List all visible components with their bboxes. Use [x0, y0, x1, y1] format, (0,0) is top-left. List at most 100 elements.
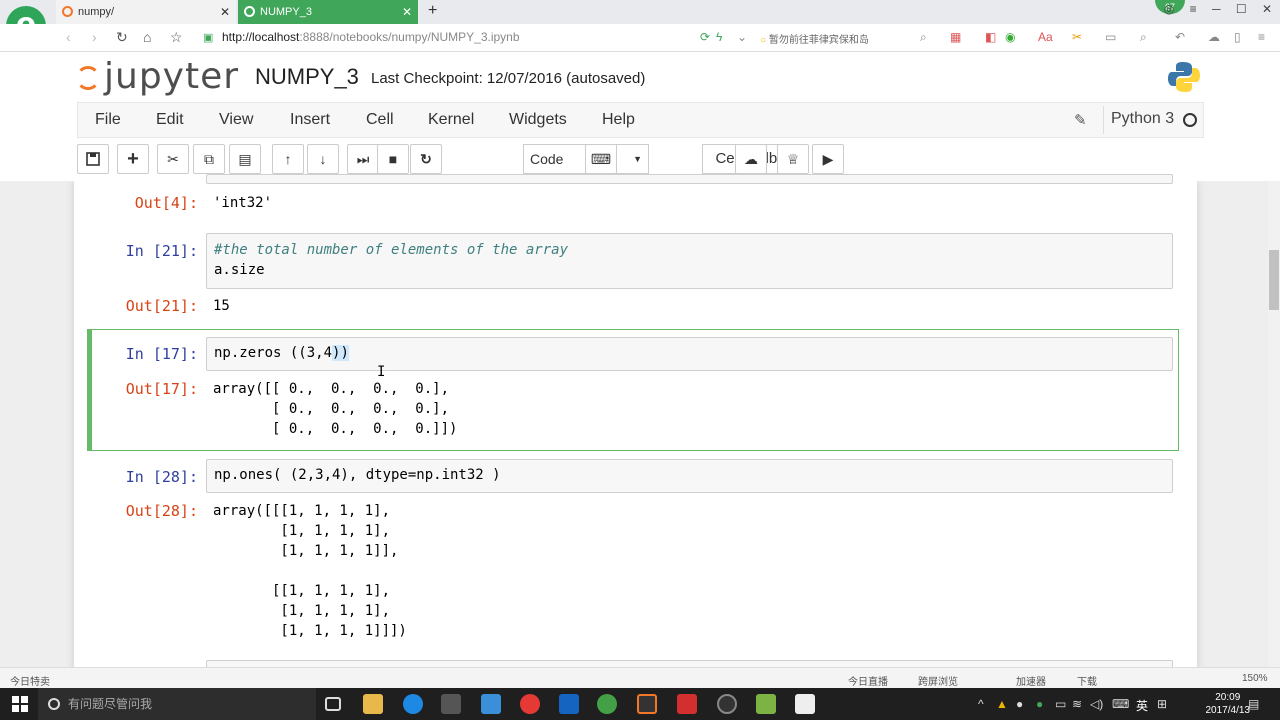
interrupt-button[interactable]: ■	[377, 144, 409, 174]
slideshow-button[interactable]: ▶	[812, 144, 844, 174]
close-tab-icon[interactable]: ✕	[220, 0, 230, 24]
paste-button[interactable]: ▤	[229, 144, 261, 174]
jupyter-app-icon[interactable]	[637, 694, 657, 714]
extension-icon[interactable]: ◧	[985, 30, 996, 44]
cell-input-previous[interactable]	[206, 174, 1173, 184]
caret-down-icon: ▼	[633, 154, 642, 164]
speed-icon[interactable]: ⟳	[700, 30, 710, 44]
action-center-icon[interactable]: ▤	[1248, 697, 1259, 711]
zoom-icon[interactable]: ⌕	[1140, 30, 1147, 45]
comment-icon[interactable]: ▭	[1105, 30, 1116, 44]
app-icon[interactable]	[717, 694, 737, 714]
cortana-search[interactable]: 有问题尽管问我	[38, 688, 316, 720]
status-download[interactable]: 下载	[1077, 673, 1097, 688]
upload-button[interactable]: ☁	[735, 144, 767, 174]
apps-icon[interactable]: ▦	[950, 30, 961, 44]
tray-app-icon[interactable]: ▲	[996, 697, 1008, 711]
store-icon[interactable]	[441, 694, 461, 714]
browser-360-icon[interactable]	[597, 694, 617, 714]
menu-kernel[interactable]: Kernel	[428, 111, 474, 129]
out-prompt: Out[28]:	[125, 502, 198, 520]
close-window-icon[interactable]: ✕	[1262, 2, 1272, 16]
copy-button[interactable]: ⧉	[193, 144, 225, 174]
powerpoint-icon[interactable]	[677, 694, 697, 714]
tab-numpy[interactable]: numpy/ ✕	[56, 0, 236, 24]
maximize-icon[interactable]: ☐	[1236, 2, 1247, 16]
notebook-name[interactable]: NUMPY_3	[255, 64, 359, 90]
menu-widgets[interactable]: Widgets	[509, 111, 567, 129]
tray-ime[interactable]: 英	[1136, 697, 1148, 714]
restart-kernel-button[interactable]: ↻	[410, 144, 442, 174]
menu-file[interactable]: File	[95, 111, 121, 129]
security-shield-icon[interactable]: ▣	[203, 31, 213, 44]
tab-label: numpy/	[78, 6, 115, 18]
minimize-icon[interactable]: ─	[1212, 2, 1221, 16]
move-down-button[interactable]: ↓	[307, 144, 339, 174]
browser-tab-bar: e numpy/ ✕ NUMPY_3 ✕ + 67 ◎ ≡ ─ ☐ ✕	[0, 0, 1280, 46]
menu-cell[interactable]: Cell	[366, 111, 394, 129]
chrome-icon[interactable]	[520, 694, 540, 714]
more-icon[interactable]: ≡	[1258, 30, 1265, 44]
new-tab-icon[interactable]: +	[428, 2, 437, 20]
status-live[interactable]: 今日直播	[848, 673, 888, 688]
lightning-icon[interactable]: ϟ	[716, 30, 722, 44]
save-button[interactable]	[77, 144, 109, 174]
skin-icon[interactable]: ◎	[1164, 2, 1174, 16]
forward-icon[interactable]: ›	[92, 29, 97, 45]
shield-ext-icon[interactable]: ◉	[1005, 30, 1015, 44]
tray-volume-icon[interactable]: ◁)	[1090, 697, 1103, 711]
status-cross-screen[interactable]: 跨屏浏览	[918, 673, 958, 688]
cell-input[interactable]	[206, 337, 1173, 371]
search-icon[interactable]: ⌕	[920, 30, 927, 45]
tab-label: NUMPY_3	[260, 6, 312, 18]
run-cell-button[interactable]: ⏭	[347, 144, 379, 174]
menu-help[interactable]: Help	[602, 111, 635, 129]
app-icon[interactable]	[481, 694, 501, 714]
move-up-button[interactable]: ↑	[272, 144, 304, 174]
bookmark-star-icon[interactable]: ☆	[170, 29, 183, 46]
menu-view[interactable]: View	[219, 111, 253, 129]
menu-icon[interactable]: ≡	[1190, 2, 1197, 16]
tray-app-icon[interactable]: ●	[1036, 697, 1043, 711]
url-field[interactable]: http://localhost:8888/notebooks/numpy/NU…	[222, 30, 520, 44]
back-icon[interactable]: ‹	[66, 29, 71, 45]
tray-clock[interactable]: 20:09 2017/4/13	[1206, 691, 1251, 717]
search-suggestion[interactable]: ○ 暂勿前往菲律宾保和岛	[760, 31, 869, 46]
command-palette-button[interactable]: ⌨	[585, 144, 617, 174]
screenshot-icon[interactable]: ✂	[1072, 30, 1082, 44]
jupyter-logo-text[interactable]: jupyter	[104, 56, 239, 97]
app-icon[interactable]	[756, 694, 776, 714]
menu-edit[interactable]: Edit	[156, 111, 184, 129]
insert-cell-button[interactable]: +	[117, 144, 149, 174]
cloud-icon[interactable]: ☁	[1208, 30, 1220, 44]
scrollbar-thumb[interactable]	[1269, 250, 1279, 310]
mobile-icon[interactable]: ▯	[1234, 30, 1241, 44]
tray-keyboard-icon[interactable]: ⌨	[1112, 697, 1129, 711]
task-view-icon[interactable]	[325, 697, 341, 711]
tray-input-icon[interactable]: ⊞	[1157, 697, 1167, 711]
status-accelerator[interactable]: 加速器	[1016, 673, 1046, 688]
reload-icon[interactable]: ↻	[116, 29, 128, 46]
edge-icon[interactable]	[403, 694, 423, 714]
status-zoom[interactable]: 150%	[1242, 673, 1268, 684]
windows-start-icon[interactable]	[12, 696, 28, 712]
translate-icon[interactable]: Aa	[1038, 30, 1053, 44]
close-tab-icon[interactable]: ✕	[402, 0, 412, 24]
tray-network-icon[interactable]: ▭	[1055, 697, 1066, 711]
tray-chevron-icon[interactable]: ^	[978, 697, 984, 711]
menu-insert[interactable]: Insert	[290, 111, 330, 129]
file-explorer-icon[interactable]	[363, 694, 383, 714]
dropdown-icon[interactable]: ⌄	[737, 30, 747, 44]
home-icon[interactable]: ⌂	[143, 29, 151, 45]
tab-numpy3[interactable]: NUMPY_3 ✕	[238, 0, 418, 24]
app-icon[interactable]	[559, 694, 579, 714]
in-prompt: In [21]:	[125, 242, 198, 260]
cut-button[interactable]: ✂	[157, 144, 189, 174]
gift-button[interactable]: ♕	[777, 144, 809, 174]
app-icon[interactable]	[795, 694, 815, 714]
tray-app-icon[interactable]: ●	[1016, 697, 1023, 711]
tray-wifi-icon[interactable]: ≋	[1072, 697, 1082, 711]
status-left[interactable]: 今日特卖	[10, 673, 50, 688]
undo-icon[interactable]: ↶	[1175, 30, 1185, 44]
jupyter-favicon-icon	[244, 6, 255, 17]
